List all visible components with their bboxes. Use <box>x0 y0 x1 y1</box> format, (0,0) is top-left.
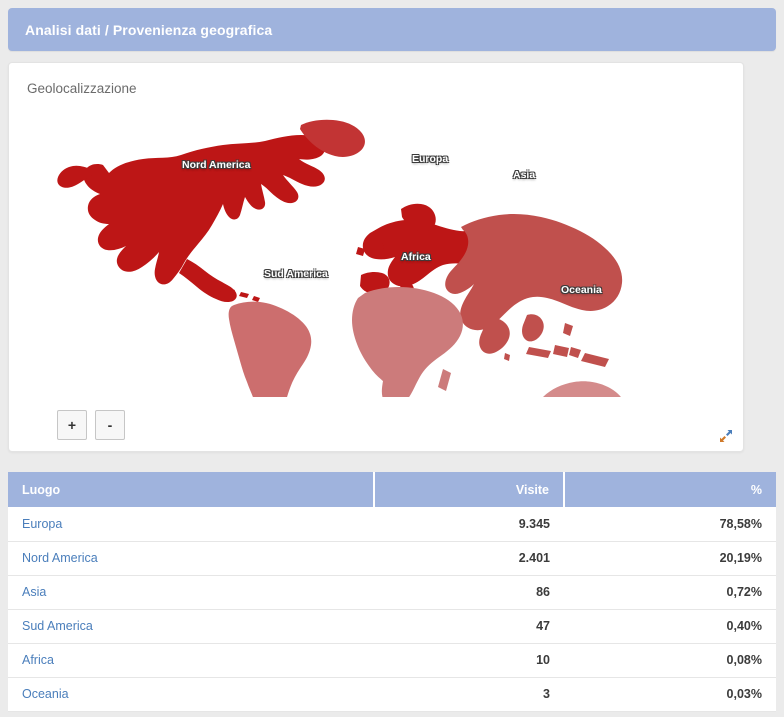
cell-visite: 47 <box>374 609 564 644</box>
cell-luogo: Oceania <box>8 677 374 712</box>
geo-table-body: Europa 9.345 78,58% Nord America 2.401 20,19%… <box>8 507 776 712</box>
table-header-row: Luogo Visite % <box>8 472 776 507</box>
cell-luogo: Sud America <box>8 609 374 644</box>
place-link[interactable]: Oceania <box>22 687 69 701</box>
cell-visite: 86 <box>374 575 564 610</box>
table-row[interactable]: Sud America 47 0,40% <box>8 609 776 644</box>
geo-analytics-page: Analisi dati / Provenienza geografica Ge… <box>0 0 784 717</box>
zoom-in-button[interactable]: + <box>57 410 87 440</box>
table-row[interactable]: Oceania 3 0,03% <box>8 677 776 712</box>
region-asia <box>445 213 623 331</box>
column-header-visite[interactable]: Visite <box>374 472 565 507</box>
column-header-luogo[interactable]: Luogo <box>8 472 375 507</box>
cell-visite: 9.345 <box>374 507 564 542</box>
table-row[interactable]: Nord America 2.401 20,19% <box>8 541 776 576</box>
place-link[interactable]: Africa <box>22 653 54 667</box>
table-row[interactable]: Asia 86 0,72% <box>8 575 776 610</box>
resize-diagonal-icon[interactable] <box>715 425 737 447</box>
cell-visite: 10 <box>374 643 564 678</box>
cell-percent: 78,58% <box>564 507 776 542</box>
place-link[interactable]: Sud America <box>22 619 93 633</box>
breadcrumb-text: Analisi dati / Provenienza geografica <box>25 21 273 38</box>
map-zoom-controls: + - <box>57 410 125 440</box>
place-link[interactable]: Europa <box>22 517 62 531</box>
cell-visite: 2.401 <box>374 541 564 576</box>
region-caribbean-3 <box>252 296 260 302</box>
cell-luogo: Africa <box>8 643 374 678</box>
cell-percent: 0,72% <box>564 575 776 610</box>
region-sri-lanka <box>504 353 510 361</box>
geolocation-map-card: Geolocalizzazione Nord America Europa As… <box>8 62 744 452</box>
cell-luogo: Nord America <box>8 541 374 576</box>
region-sulawesi <box>569 347 581 358</box>
region-southeast-asia <box>522 314 544 342</box>
region-indonesia <box>526 347 551 358</box>
cell-visite: 3 <box>374 677 564 712</box>
breadcrumb: Analisi dati / Provenienza geografica <box>8 8 776 51</box>
region-borneo <box>553 345 569 357</box>
cell-percent: 0,40% <box>564 609 776 644</box>
cell-percent: 0,08% <box>564 643 776 678</box>
region-new-guinea <box>581 353 609 367</box>
world-map[interactable]: Nord America Europa Asia Sud America Afr… <box>9 97 744 397</box>
map-regions <box>57 119 623 397</box>
geo-table-card: Luogo Visite % Europa 9.345 78,58% Nord Ame… <box>8 472 776 712</box>
region-caribbean-2 <box>239 292 249 298</box>
place-link[interactable]: Asia <box>22 585 46 599</box>
region-madagascar <box>438 369 451 391</box>
zoom-out-button[interactable]: - <box>95 410 125 440</box>
cell-percent: 0,03% <box>564 677 776 712</box>
table-row[interactable]: Africa 10 0,08% <box>8 643 776 678</box>
cell-percent: 20,19% <box>564 541 776 576</box>
region-philippines <box>563 323 573 336</box>
geo-table: Luogo Visite % Europa 9.345 78,58% Nord Ame… <box>8 472 776 712</box>
table-row[interactable]: Europa 9.345 78,58% <box>8 507 776 542</box>
region-australia <box>543 381 621 397</box>
geo-table-head: Luogo Visite % <box>8 472 776 507</box>
world-map-svg[interactable] <box>9 97 744 397</box>
cell-luogo: Asia <box>8 575 374 610</box>
region-central-america <box>179 259 237 303</box>
column-header-percent[interactable]: % <box>564 472 776 507</box>
map-card-title: Geolocalizzazione <box>27 81 137 96</box>
place-link[interactable]: Nord America <box>22 551 98 565</box>
region-south-america <box>228 301 312 397</box>
cell-luogo: Europa <box>8 507 374 542</box>
